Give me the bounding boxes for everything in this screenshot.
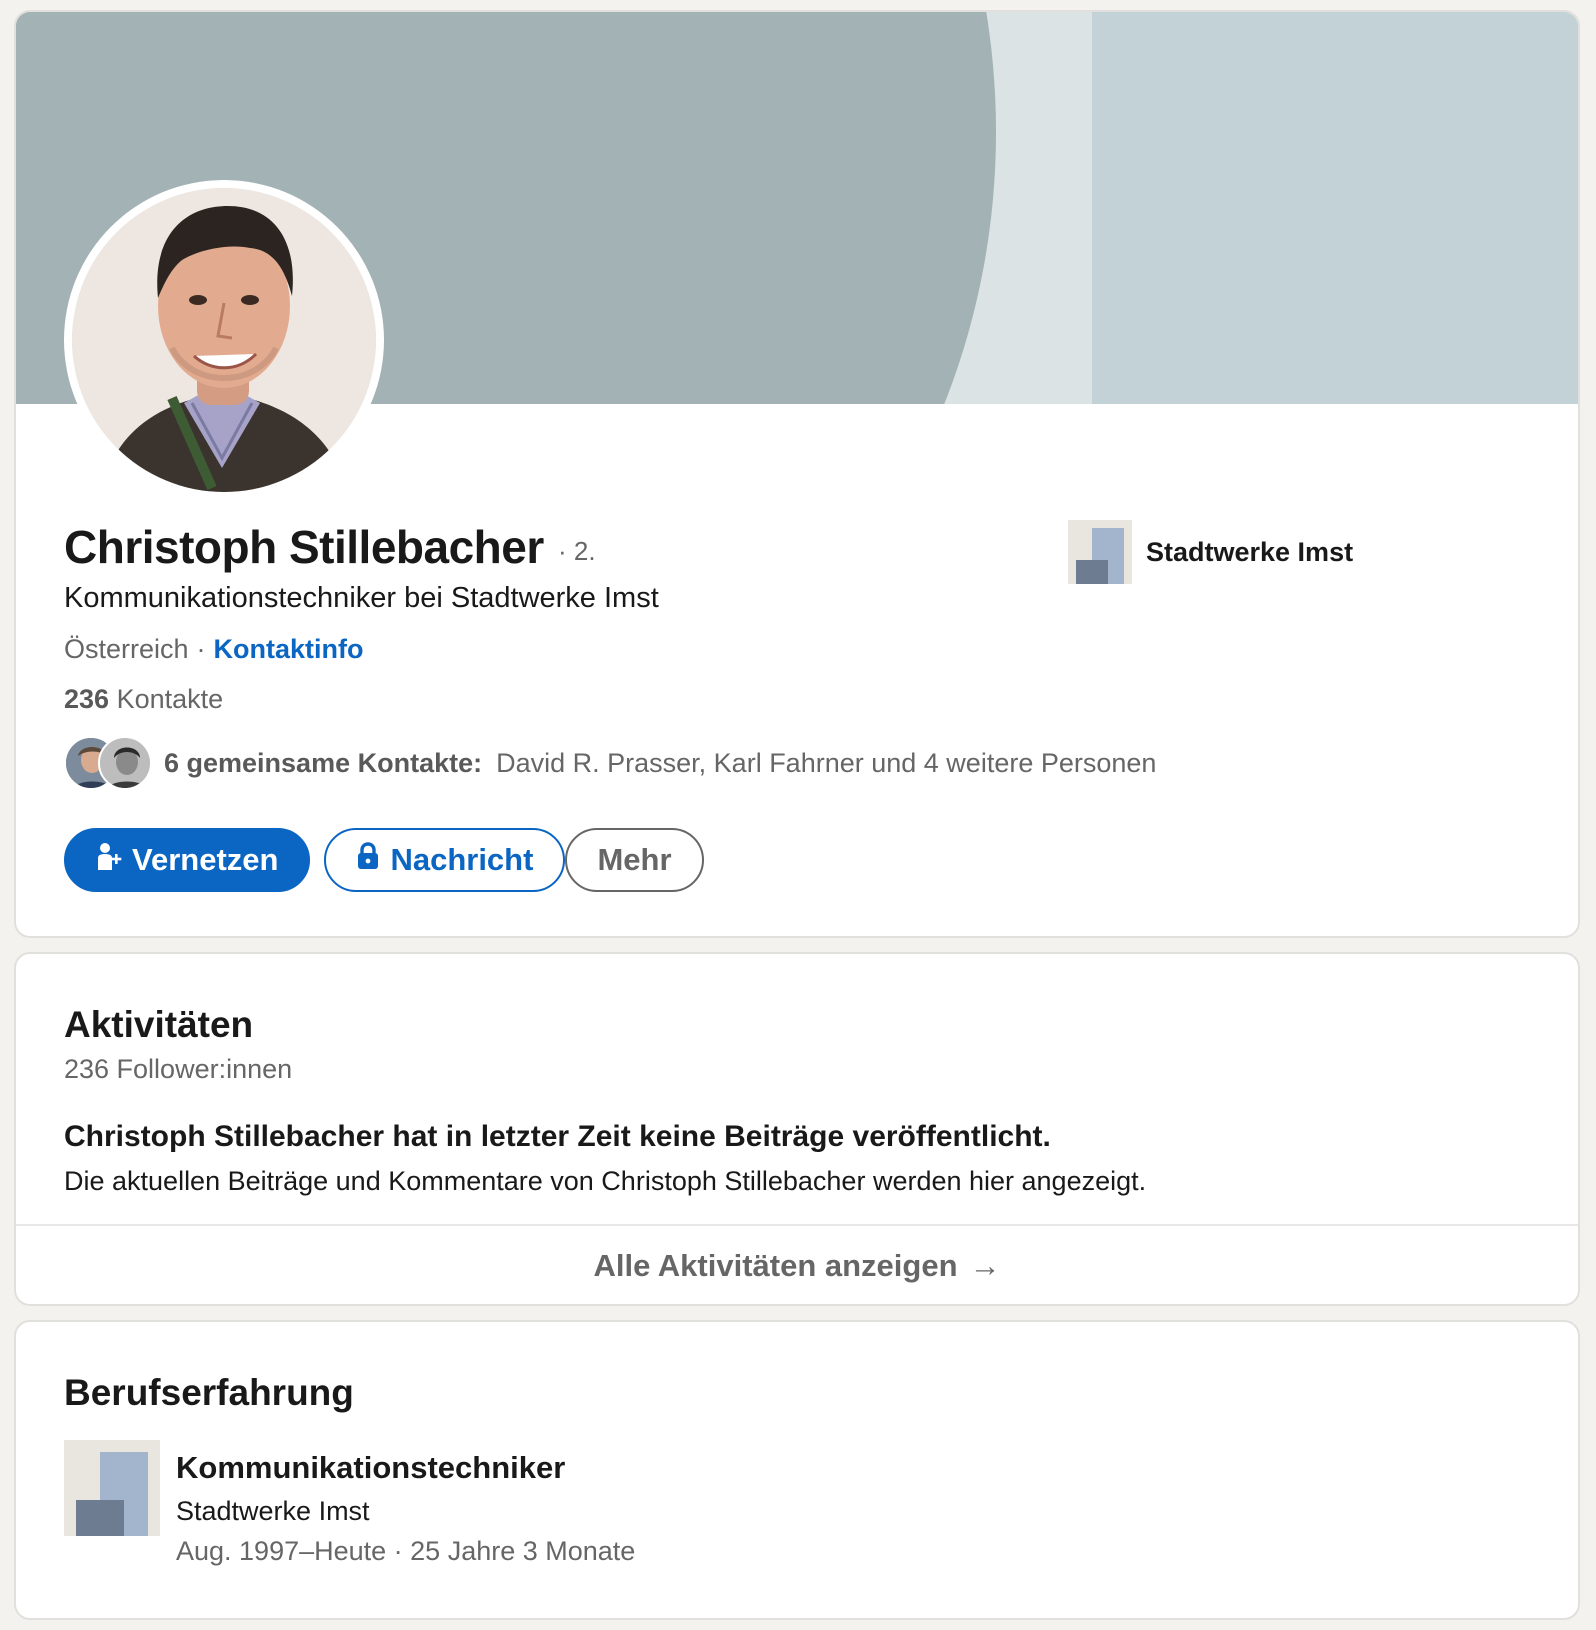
- message-button[interactable]: Nachricht: [324, 828, 566, 892]
- connections-label: Kontakte: [116, 684, 224, 714]
- profile-top-card: Christoph Stillebacher · 2. Kommunikatio…: [14, 10, 1580, 938]
- avatar: [72, 188, 376, 492]
- mutual-names: David R. Prasser, Karl Fahrner und 4 wei…: [496, 747, 1157, 778]
- more-button[interactable]: Mehr: [565, 828, 704, 892]
- mutual-avatars: [64, 734, 154, 792]
- connect-label: Vernetzen: [132, 842, 279, 877]
- connection-degree: · 2.: [558, 536, 596, 566]
- show-all-activity-button[interactable]: Alle Aktivitäten anzeigen →: [16, 1226, 1578, 1304]
- profile-actions: Vernetzen Nachricht Mehr: [64, 828, 704, 892]
- arrow-right-icon: →: [969, 1248, 1001, 1283]
- separator-dot: ·: [196, 634, 206, 664]
- followers-count: 236 Follower:innen: [64, 1054, 293, 1084]
- activity-title: Aktivitäten: [64, 1004, 254, 1045]
- company-logo-icon: [64, 1440, 160, 1536]
- profile-name: Christoph Stillebacher: [64, 521, 544, 573]
- connections-number: 236: [64, 684, 110, 714]
- location-row: Österreich · Kontaktinfo: [64, 634, 364, 665]
- experience-dates: Aug. 1997–Heute · 25 Jahre 3 Monate: [176, 1536, 636, 1566]
- profile-headline: Kommunikationstechniker bei Stadtwerke I…: [64, 582, 659, 614]
- more-label: Mehr: [597, 842, 672, 877]
- mutual-connections[interactable]: 6 gemeinsame Kontakte: David R. Prasser,…: [64, 734, 1156, 792]
- experience-item-logo[interactable]: [64, 1440, 160, 1536]
- location: Österreich: [64, 634, 189, 664]
- company-logo-icon: [1068, 520, 1132, 584]
- current-company-name: Stadtwerke Imst: [1146, 536, 1354, 567]
- message-label: Nachricht: [390, 842, 534, 877]
- profile-photo[interactable]: [64, 180, 384, 500]
- mutual-count: 6 gemeinsame Kontakte:: [164, 747, 483, 778]
- connect-button[interactable]: Vernetzen: [64, 828, 311, 892]
- lock-icon: [356, 842, 380, 878]
- experience-company[interactable]: Stadtwerke Imst: [176, 1496, 370, 1527]
- profile-photo-illustration: [72, 188, 376, 492]
- no-posts-subtitle: Die aktuellen Beiträge und Kommentare vo…: [64, 1166, 1147, 1196]
- connections-count[interactable]: 236 Kontakte: [64, 684, 223, 715]
- experience-title: Berufserfahrung: [64, 1372, 354, 1413]
- activity-card: Aktivitäten 236 Follower:innen Christoph…: [14, 952, 1580, 1306]
- contact-info-link[interactable]: Kontaktinfo: [214, 634, 364, 665]
- experience-card: Berufserfahrung Kommunikationstechniker …: [14, 1320, 1580, 1620]
- experience-role: Kommunikationstechniker: [176, 1450, 566, 1485]
- show-all-label: Alle Aktivitäten anzeigen: [593, 1248, 958, 1283]
- person-add-icon: [96, 842, 122, 878]
- mutual-avatar: [98, 736, 152, 790]
- current-company-link[interactable]: Stadtwerke Imst: [1068, 520, 1353, 584]
- no-posts-title: Christoph Stillebacher hat in letzter Ze…: [64, 1120, 1051, 1153]
